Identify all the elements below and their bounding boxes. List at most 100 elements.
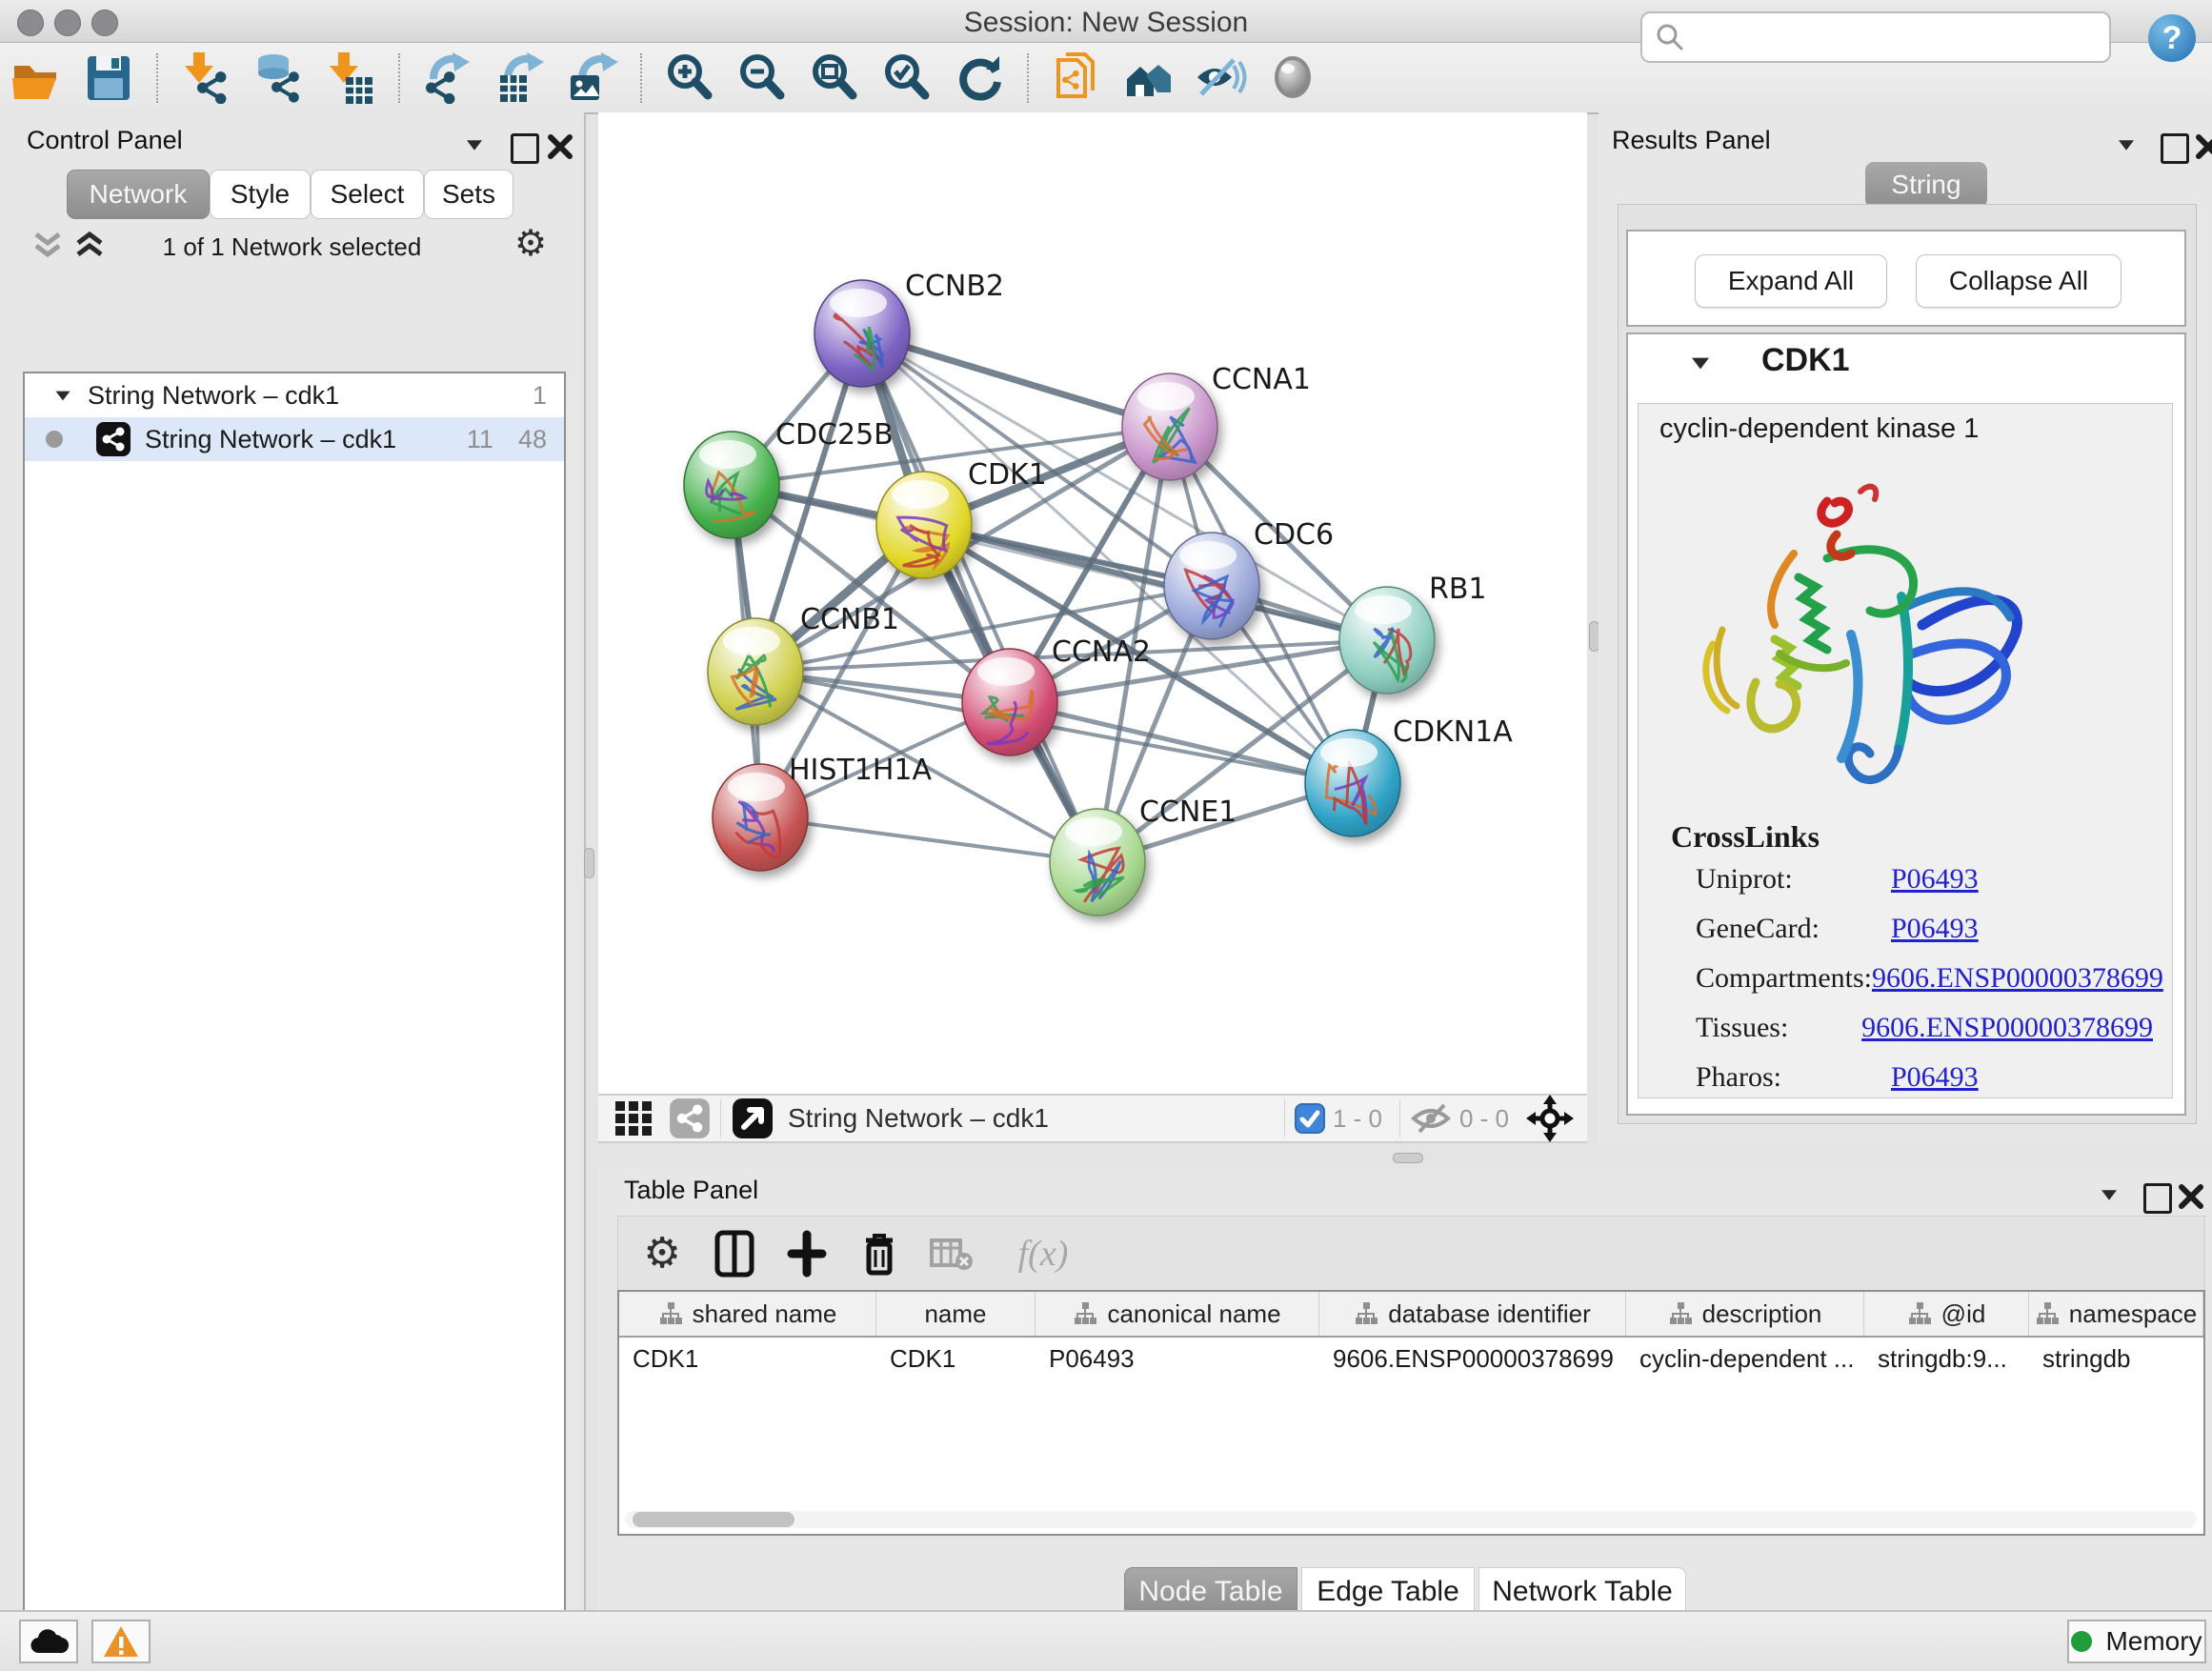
network-graph[interactable]: CCNB2CCNA1CDC25BCDK1CDC6RB1CCNB1CCNA2CDK… <box>598 112 1587 1094</box>
toolbar-separator <box>156 53 158 103</box>
function-builder-icon[interactable]: f(x) <box>995 1225 1091 1282</box>
network-canvas[interactable]: CCNB2CCNA1CDC25BCDK1CDC6RB1CCNB1CCNA2CDK… <box>598 112 1587 1094</box>
collapse-all-button[interactable]: Collapse All <box>1916 254 2122 308</box>
export-image-button[interactable] <box>562 50 623 107</box>
network-share-icon <box>95 421 131 457</box>
control-panel-collapse-icon[interactable] <box>467 140 482 150</box>
network-tree-root-row[interactable]: String Network – cdk1 1 <box>25 373 564 417</box>
tab-string[interactable]: String <box>1865 162 1987 208</box>
memory-button[interactable]: Memory <box>2067 1620 2206 1663</box>
protein-structure-image <box>1684 463 2046 806</box>
table-panel-float-icon[interactable] <box>2143 1183 2172 1214</box>
help-button[interactable]: ? <box>2147 13 2197 63</box>
open-in-window-icon[interactable] <box>731 1097 774 1140</box>
results-panel-float-icon[interactable] <box>2161 133 2189 164</box>
tab-sets[interactable]: Sets <box>424 170 513 219</box>
selected-checkbox-icon[interactable] <box>1295 1103 1325 1134</box>
crosslink-link[interactable]: P06493 <box>1891 863 1979 896</box>
export-image-icon <box>567 52 618 104</box>
zoom-out-button[interactable] <box>732 50 793 107</box>
column-header-id[interactable]: @id <box>1864 1292 2029 1336</box>
table-header-row: shared name name canonical name database … <box>619 1292 2203 1338</box>
node-CCNA2[interactable]: CCNA2 <box>962 635 1151 755</box>
node-RB1[interactable]: RB1 <box>1339 573 1487 694</box>
column-header-shared-name[interactable]: shared name <box>619 1292 876 1336</box>
hidden-eye-icon[interactable] <box>1410 1101 1452 1136</box>
column-header-description[interactable]: description <box>1626 1292 1864 1336</box>
import-table-file-icon <box>325 52 376 104</box>
horizontal-splitter-handle[interactable] <box>1393 1153 1423 1163</box>
export-table-file-button[interactable] <box>490 50 551 107</box>
open-session-button[interactable] <box>6 50 67 107</box>
crosslink-link[interactable]: P06493 <box>1891 1061 1979 1094</box>
results-panel-collapse-icon[interactable] <box>2119 140 2134 150</box>
results-panel-close-icon[interactable] <box>2195 133 2212 160</box>
import-network-file-button[interactable] <box>175 50 236 107</box>
zoom-fit-button[interactable] <box>804 50 865 107</box>
delete-column-trash-icon[interactable] <box>851 1225 908 1282</box>
refresh-view-button[interactable] <box>949 50 1010 107</box>
column-type-icon <box>1668 1301 1693 1326</box>
table-panel-collapse-icon[interactable] <box>2101 1190 2117 1199</box>
gene-details-box: cyclin-dependent kinase 1 <box>1638 403 2173 1098</box>
tab-style[interactable]: Style <box>210 170 311 219</box>
scrollbar-thumb[interactable] <box>633 1512 794 1527</box>
split-column-icon[interactable] <box>706 1225 763 1282</box>
export-network-file-button[interactable] <box>417 50 478 107</box>
warning-button[interactable] <box>91 1620 151 1663</box>
add-column-icon[interactable] <box>778 1225 835 1282</box>
column-header-database-identifier[interactable]: database identifier <box>1319 1292 1626 1336</box>
zoom-selected-button[interactable] <box>876 50 937 107</box>
table-settings-gear-icon[interactable]: ⚙ <box>633 1225 691 1282</box>
node-navigator-move-icon[interactable] <box>1526 1095 1574 1142</box>
share-network-icon[interactable] <box>669 1097 711 1139</box>
birds-eye-grid-icon[interactable] <box>613 1097 655 1139</box>
left-splitter-handle[interactable] <box>584 848 594 878</box>
crosslink-link[interactable]: P06493 <box>1891 913 1979 945</box>
control-panel-title: Control Panel <box>27 126 183 155</box>
tab-network[interactable]: Network <box>67 170 210 219</box>
table-row[interactable]: CDK1CDK1P064939606.ENSP00000378699cyclin… <box>619 1338 2203 1379</box>
edge-HIST1H1A-CCNE1[interactable] <box>760 817 1097 862</box>
memory-status-icon <box>2071 1631 2092 1652</box>
column-label: shared name <box>693 1299 837 1329</box>
import-table-file-button[interactable] <box>320 50 381 107</box>
import-network-database-button[interactable] <box>248 50 309 107</box>
delete-table-icon[interactable] <box>923 1225 980 1282</box>
node-CCNE1[interactable]: CCNE1 <box>1050 795 1237 916</box>
column-header-name[interactable]: name <box>876 1292 1036 1336</box>
control-panel-float-icon[interactable] <box>511 133 539 164</box>
node-label-CCNA1: CCNA1 <box>1212 363 1311 396</box>
gene-name: CDK1 <box>1761 342 1850 379</box>
crosslink-link[interactable]: 9606.ENSP00000378699 <box>1872 962 2163 995</box>
control-panel-close-icon[interactable] <box>547 133 573 160</box>
home-button[interactable] <box>1118 50 1179 107</box>
node-CCNA1[interactable]: CCNA1 <box>1122 363 1311 480</box>
expand-all-button[interactable]: Expand All <box>1695 254 1887 308</box>
hide-glasses-icon <box>1196 52 1247 104</box>
table-panel-close-icon[interactable] <box>2178 1183 2204 1210</box>
gene-collapse-icon[interactable] <box>1692 358 1709 370</box>
toolbar-separator <box>640 53 642 103</box>
hide-glasses-button[interactable] <box>1191 50 1252 107</box>
search-input[interactable] <box>1692 22 2100 53</box>
table-horizontal-scrollbar[interactable] <box>625 1511 2197 1528</box>
tab-select[interactable]: Select <box>311 170 424 219</box>
column-header-namespace[interactable]: namespace <box>2029 1292 2203 1336</box>
network-tree-row-selected[interactable]: String Network – cdk1 11 48 <box>25 417 564 461</box>
crosslink-label: Tissues: <box>1696 1012 1861 1044</box>
node-CDKN1A[interactable]: CDKN1A <box>1305 715 1513 836</box>
column-header-canonical-name[interactable]: canonical name <box>1036 1292 1319 1336</box>
crosslink-link[interactable]: 9606.ENSP00000378699 <box>1861 1012 2153 1044</box>
node-count: 11 <box>467 425 493 454</box>
zoom-in-button[interactable] <box>659 50 720 107</box>
string-document-button[interactable] <box>1046 50 1107 107</box>
save-session-button[interactable] <box>78 50 139 107</box>
network-options-gear-icon[interactable]: ⚙ <box>514 225 547 261</box>
column-type-icon <box>2035 1301 2060 1326</box>
tree-collapse-icon[interactable] <box>56 391 70 400</box>
cloud-button[interactable] <box>19 1620 78 1663</box>
inspector-orb-button[interactable] <box>1263 50 1324 107</box>
node-HIST1H1A[interactable]: HIST1H1A <box>713 754 933 871</box>
column-type-icon <box>1354 1301 1378 1326</box>
